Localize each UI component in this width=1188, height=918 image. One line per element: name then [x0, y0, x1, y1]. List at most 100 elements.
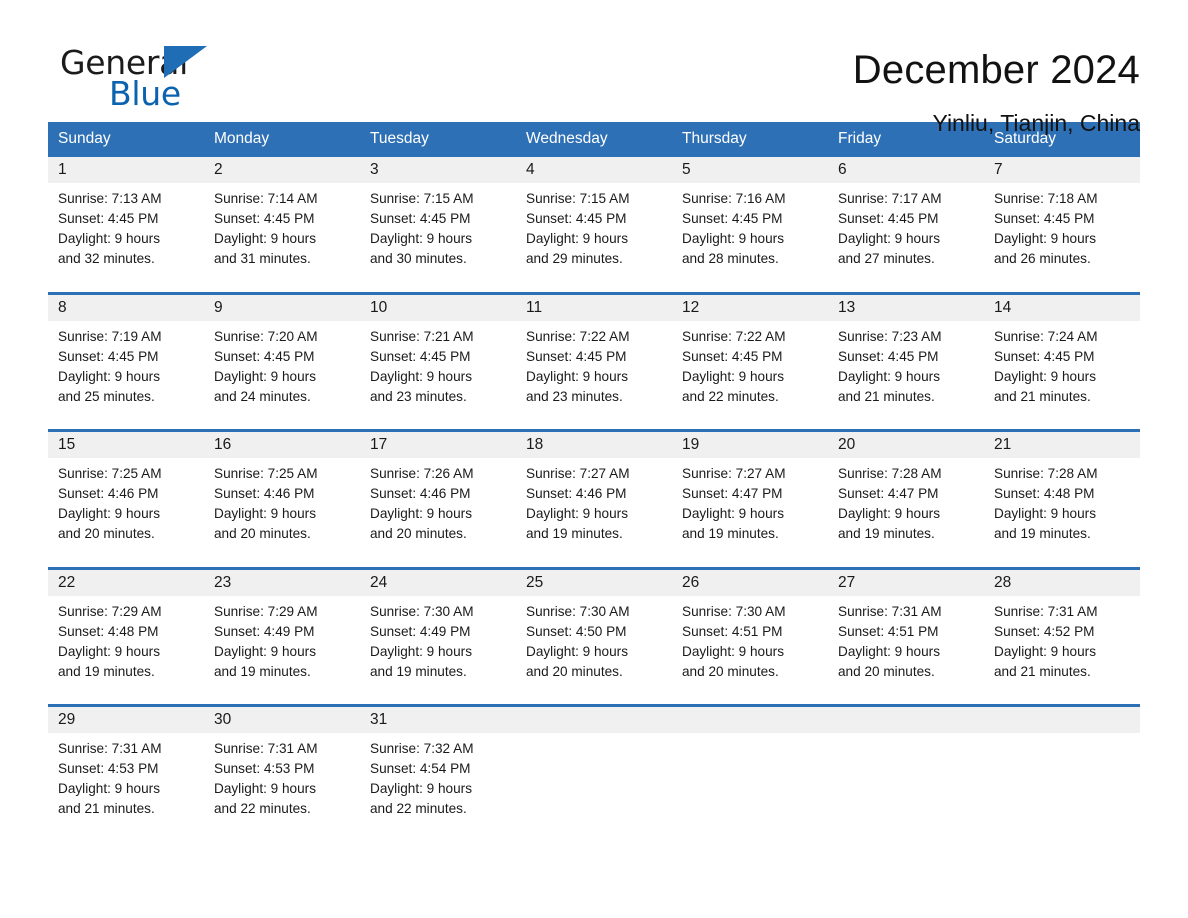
- sunset-text: Sunset: 4:54 PM: [370, 761, 471, 776]
- day-number[interactable]: 27: [828, 566, 984, 596]
- day-cell[interactable]: Sunrise: 7:29 AM Sunset: 4:49 PM Dayligh…: [204, 595, 360, 706]
- daylight-text-2: and 23 minutes.: [370, 388, 467, 404]
- daylight-text-1: Daylight: 9 hours: [838, 231, 941, 246]
- day-cell[interactable]: Sunrise: 7:16 AM Sunset: 4:45 PM Dayligh…: [672, 183, 828, 293]
- day-number[interactable]: 13: [828, 291, 984, 321]
- day-cell[interactable]: Sunrise: 7:24 AM Sunset: 4:45 PM Dayligh…: [984, 320, 1140, 431]
- daylight-text-2: and 22 minutes.: [370, 801, 467, 816]
- daylight-text-2: and 26 minutes.: [994, 251, 1091, 266]
- daylight-text-1: Daylight: 9 hours: [370, 506, 473, 521]
- day-number-empty: [828, 704, 984, 733]
- day-number[interactable]: 1: [48, 157, 204, 183]
- day-number[interactable]: 16: [204, 429, 360, 458]
- day-cell[interactable]: Sunrise: 7:18 AM Sunset: 4:45 PM Dayligh…: [984, 183, 1140, 293]
- day-number[interactable]: 9: [204, 291, 360, 321]
- sunrise-text: Sunrise: 7:23 AM: [838, 328, 942, 344]
- daylight-text-1: Daylight: 9 hours: [526, 368, 629, 384]
- generalblue-logo[interactable]: General Blue: [60, 44, 210, 116]
- day-cell[interactable]: Sunrise: 7:32 AM Sunset: 4:54 PM Dayligh…: [360, 733, 516, 835]
- day-number[interactable]: 26: [672, 566, 828, 596]
- day-cell[interactable]: Sunrise: 7:22 AM Sunset: 4:45 PM Dayligh…: [672, 320, 828, 431]
- sunrise-text: Sunrise: 7:22 AM: [682, 328, 786, 344]
- day-cell[interactable]: Sunrise: 7:14 AM Sunset: 4:45 PM Dayligh…: [204, 183, 360, 293]
- day-cell[interactable]: Sunrise: 7:30 AM Sunset: 4:51 PM Dayligh…: [672, 595, 828, 706]
- sunrise-text: Sunrise: 7:16 AM: [682, 191, 786, 206]
- day-number[interactable]: 20: [828, 429, 984, 458]
- day-number[interactable]: 12: [672, 291, 828, 321]
- day-number[interactable]: 31: [360, 704, 516, 733]
- daylight-text-1: Daylight: 9 hours: [214, 231, 317, 246]
- sunset-text: Sunset: 4:51 PM: [682, 623, 783, 639]
- day-cell[interactable]: Sunrise: 7:28 AM Sunset: 4:47 PM Dayligh…: [828, 458, 984, 568]
- daylight-text-2: and 20 minutes.: [838, 663, 935, 679]
- sunrise-text: Sunrise: 7:26 AM: [370, 466, 474, 481]
- day-cell[interactable]: Sunrise: 7:15 AM Sunset: 4:45 PM Dayligh…: [516, 183, 672, 293]
- day-number[interactable]: 2: [204, 157, 360, 183]
- day-number[interactable]: 14: [984, 291, 1140, 321]
- day-number[interactable]: 22: [48, 566, 204, 596]
- day-cell[interactable]: Sunrise: 7:22 AM Sunset: 4:45 PM Dayligh…: [516, 320, 672, 431]
- page-title: December 2024: [852, 48, 1140, 92]
- daylight-text-2: and 29 minutes.: [526, 251, 623, 266]
- day-number[interactable]: 10: [360, 291, 516, 321]
- day-cell[interactable]: Sunrise: 7:27 AM Sunset: 4:46 PM Dayligh…: [516, 458, 672, 568]
- daylight-text-2: and 19 minutes.: [838, 526, 935, 541]
- day-number[interactable]: 24: [360, 566, 516, 596]
- day-number[interactable]: 6: [828, 157, 984, 183]
- sunset-text: Sunset: 4:45 PM: [526, 211, 627, 226]
- day-cell[interactable]: Sunrise: 7:13 AM Sunset: 4:45 PM Dayligh…: [48, 183, 204, 293]
- day-number[interactable]: 28: [984, 566, 1140, 596]
- calendar-page: General Blue December 2024 Yinliu, Tianj…: [0, 0, 1188, 918]
- day-cell[interactable]: Sunrise: 7:31 AM Sunset: 4:53 PM Dayligh…: [204, 733, 360, 835]
- day-number-empty: [672, 704, 828, 733]
- day-cell-empty: [516, 733, 672, 835]
- day-cell[interactable]: Sunrise: 7:27 AM Sunset: 4:47 PM Dayligh…: [672, 458, 828, 568]
- day-cell[interactable]: Sunrise: 7:23 AM Sunset: 4:45 PM Dayligh…: [828, 320, 984, 431]
- day-cell[interactable]: Sunrise: 7:15 AM Sunset: 4:45 PM Dayligh…: [360, 183, 516, 293]
- daylight-text-1: Daylight: 9 hours: [526, 506, 629, 521]
- day-cell[interactable]: Sunrise: 7:21 AM Sunset: 4:45 PM Dayligh…: [360, 320, 516, 431]
- day-cell[interactable]: Sunrise: 7:28 AM Sunset: 4:48 PM Dayligh…: [984, 458, 1140, 568]
- day-number[interactable]: 15: [48, 429, 204, 458]
- day-cell[interactable]: Sunrise: 7:30 AM Sunset: 4:49 PM Dayligh…: [360, 595, 516, 706]
- daylight-text-1: Daylight: 9 hours: [682, 506, 785, 521]
- day-number[interactable]: 29: [48, 704, 204, 733]
- day-cell[interactable]: Sunrise: 7:25 AM Sunset: 4:46 PM Dayligh…: [48, 458, 204, 568]
- day-number[interactable]: 18: [516, 429, 672, 458]
- day-cell[interactable]: Sunrise: 7:31 AM Sunset: 4:52 PM Dayligh…: [984, 595, 1140, 706]
- day-number[interactable]: 5: [672, 157, 828, 183]
- day-number-empty: [984, 704, 1140, 733]
- daylight-text-2: and 21 minutes.: [58, 801, 155, 816]
- day-cell[interactable]: Sunrise: 7:29 AM Sunset: 4:48 PM Dayligh…: [48, 595, 204, 706]
- day-cell[interactable]: Sunrise: 7:26 AM Sunset: 4:46 PM Dayligh…: [360, 458, 516, 568]
- daylight-text-2: and 19 minutes.: [58, 663, 155, 679]
- day-cell[interactable]: Sunrise: 7:17 AM Sunset: 4:45 PM Dayligh…: [828, 183, 984, 293]
- day-number[interactable]: 8: [48, 291, 204, 321]
- sunrise-text: Sunrise: 7:32 AM: [370, 741, 474, 756]
- day-number[interactable]: 23: [204, 566, 360, 596]
- daylight-text-2: and 30 minutes.: [370, 251, 467, 266]
- day-number[interactable]: 17: [360, 429, 516, 458]
- daylight-text-1: Daylight: 9 hours: [838, 506, 941, 521]
- day-number[interactable]: 21: [984, 429, 1140, 458]
- day-cell[interactable]: Sunrise: 7:19 AM Sunset: 4:45 PM Dayligh…: [48, 320, 204, 431]
- day-cell[interactable]: Sunrise: 7:31 AM Sunset: 4:53 PM Dayligh…: [48, 733, 204, 835]
- day-number[interactable]: 3: [360, 157, 516, 183]
- sunset-text: Sunset: 4:49 PM: [370, 623, 471, 639]
- day-cell[interactable]: Sunrise: 7:31 AM Sunset: 4:51 PM Dayligh…: [828, 595, 984, 706]
- week-3-daynumber-row: 15 16 17 18 19 20 21: [48, 429, 1140, 458]
- daylight-text-2: and 28 minutes.: [682, 251, 779, 266]
- day-number[interactable]: 25: [516, 566, 672, 596]
- day-cell[interactable]: Sunrise: 7:25 AM Sunset: 4:46 PM Dayligh…: [204, 458, 360, 568]
- day-number[interactable]: 7: [984, 157, 1140, 183]
- day-number[interactable]: 30: [204, 704, 360, 733]
- day-cell[interactable]: Sunrise: 7:30 AM Sunset: 4:50 PM Dayligh…: [516, 595, 672, 706]
- day-number[interactable]: 19: [672, 429, 828, 458]
- sunrise-text: Sunrise: 7:28 AM: [838, 466, 942, 481]
- day-cell[interactable]: Sunrise: 7:20 AM Sunset: 4:45 PM Dayligh…: [204, 320, 360, 431]
- day-number[interactable]: 4: [516, 157, 672, 183]
- daylight-text-2: and 20 minutes.: [214, 526, 311, 541]
- day-number[interactable]: 11: [516, 291, 672, 321]
- sunrise-text: Sunrise: 7:30 AM: [370, 603, 474, 619]
- sunset-text: Sunset: 4:45 PM: [838, 211, 939, 226]
